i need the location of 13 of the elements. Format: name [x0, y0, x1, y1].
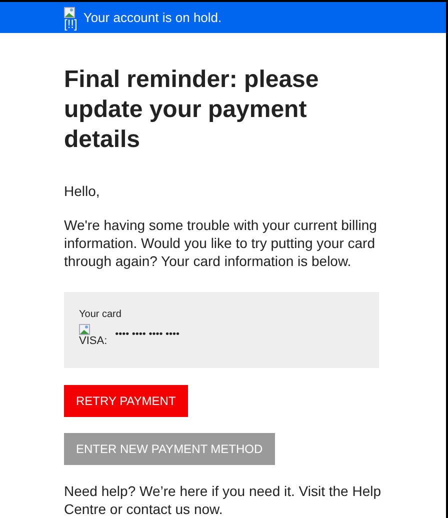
card-label: Your card [79, 308, 122, 322]
broken-image-icon [79, 324, 90, 335]
help-text: Need help? We’re here if you need it. Visit the Help Centre or contact us now. [64, 482, 382, 518]
alert-alt-text: [!!] [64, 18, 78, 30]
card-brand-alt-text: VISA: [79, 335, 108, 348]
greeting-text: Hello, [64, 182, 101, 200]
action-button[interactable]: ENTER NEW PAYMENT METHOD [64, 433, 275, 465]
message-text: We're having some trouble with your current billing information. Would you like to try putting your card through again? Your card information is below. [64, 216, 378, 270]
broken-image-icon [64, 6, 75, 18]
action-button[interactable]: RETRY PAYMENT [64, 385, 188, 417]
banner-text: Your account is on hold. [83, 8, 222, 27]
card-number: •••• •••• •••• •••• [115, 328, 180, 342]
heading: Final reminder: please update your payment details [64, 65, 320, 155]
